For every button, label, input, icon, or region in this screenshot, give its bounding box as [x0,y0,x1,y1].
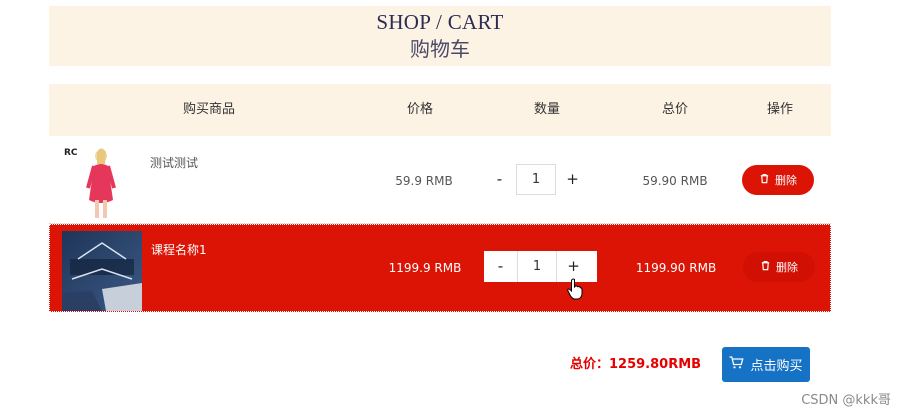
page-title-cn: 购物车 [410,37,470,61]
cart-table: 购买商品 价格 数量 总价 操作 RC 测试测试 59.9 RMB - + [49,84,831,312]
cart-table-header: 购买商品 价格 数量 总价 操作 [49,84,831,136]
brand-logo-text: RC [64,148,78,158]
decrease-quantity-button[interactable]: - [484,251,517,282]
checkout-button[interactable]: 点击购买 [722,347,810,382]
column-header-quantity: 数量 [533,102,560,117]
hand-pointer-cursor-icon [567,278,583,300]
product-total: 59.90 RMB [642,174,708,188]
checkout-label: 点击购买 [750,359,803,374]
delete-label: 删除 [776,261,798,274]
column-header-goods: 购买商品 [182,102,235,117]
product-total: 1199.90 RMB [635,261,717,275]
order-total: 总价：1259.80RMB [570,357,702,372]
cart-row: RC 测试测试 59.9 RMB - + 59.90 RMB 删除 [49,136,831,224]
increase-quantity-button[interactable]: + [556,164,589,195]
delete-button[interactable]: 删除 [743,252,815,282]
cart-row: 课程名称1 1199.9 RMB - + 1199.90 RMB 删除 [49,224,831,312]
quantity-input[interactable] [517,251,557,282]
column-header-price: 价格 [406,102,433,117]
trash-icon [759,173,770,187]
page-title-en: SHOP / CART [376,10,504,34]
delete-label: 删除 [775,174,797,187]
product-thumbnail[interactable]: RC [61,142,141,222]
shopping-cart-icon [729,356,745,373]
column-header-total: 总价 [661,102,688,117]
product-name[interactable]: 测试测试 [150,154,198,171]
trash-icon [760,260,771,274]
quantity-input[interactable] [516,164,556,195]
product-price: 1199.9 RMB [388,261,462,275]
product-thumbnail[interactable] [62,231,142,311]
page-header: SHOP / CART 购物车 [49,6,831,66]
watermark: CSDN @kkk哥 [801,393,891,408]
column-header-operations: 操作 [766,102,793,117]
quantity-stepper: - + [483,164,596,195]
product-price: 59.9 RMB [395,174,453,188]
delete-button[interactable]: 删除 [742,165,814,195]
decrease-quantity-button[interactable]: - [483,164,516,195]
product-name[interactable]: 课程名称1 [151,241,207,258]
